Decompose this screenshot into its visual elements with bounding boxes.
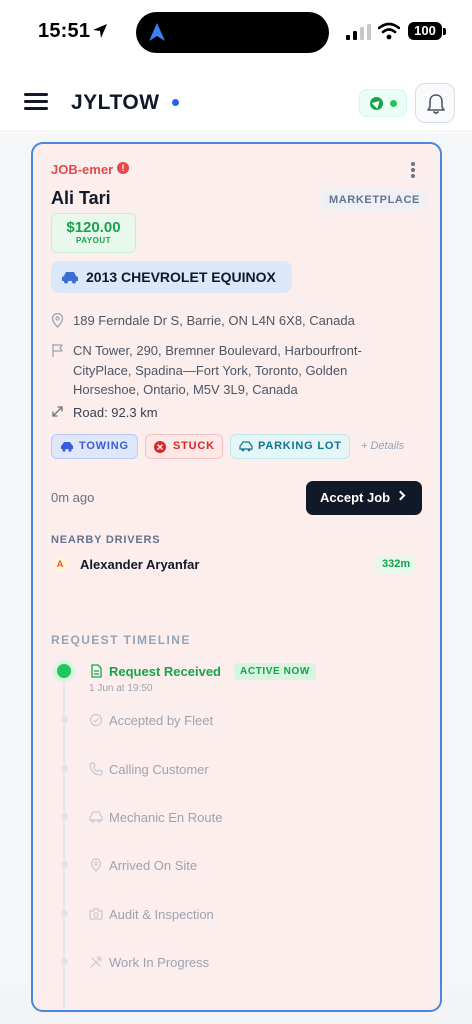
online-status-toggle[interactable] (359, 89, 407, 117)
check-circle-icon (89, 713, 103, 727)
app-header: JYLTOW (0, 74, 472, 132)
wifi-icon (378, 22, 400, 40)
tag-stuck: STUCK (145, 434, 223, 459)
payout-box: $120.00 PAYOUT (51, 213, 136, 253)
customer-name: Ali Tari (51, 188, 111, 208)
tag-parking-lot: PARKING LOT (230, 434, 350, 459)
tow-truck-icon (61, 442, 73, 452)
chevron-right-icon (395, 490, 406, 501)
active-now-badge: ACTIVE NOW (234, 663, 316, 680)
timeline-dot (61, 958, 68, 965)
timeline-step-label: Audit & Inspection (109, 907, 214, 922)
tag-towing: TOWING (51, 434, 138, 459)
battery-cap (443, 28, 446, 35)
pin-icon (90, 858, 102, 872)
accept-job-button[interactable]: Accept Job (306, 481, 422, 515)
vehicle-pill: 2013 CHEVROLET EQUINOX (51, 261, 292, 293)
menu-icon[interactable] (24, 93, 48, 113)
x-circle-icon (154, 441, 166, 453)
driver-distance: 332m (376, 555, 417, 573)
expand-arrows-icon (52, 406, 63, 417)
timeline-step-label: Accepted by Fleet (109, 713, 214, 728)
clock: 15:51 (38, 20, 91, 42)
online-dot (390, 100, 397, 107)
timeline-step-label: Calling Customer (109, 762, 209, 777)
timeline-dot-active (57, 664, 71, 678)
notifications-button[interactable] (415, 83, 455, 123)
flag-icon (52, 344, 63, 357)
alert-icon: ! (117, 162, 129, 174)
job-id: JOB-emer (51, 162, 114, 177)
marketplace-badge: MARKETPLACE (322, 190, 427, 210)
car-icon (89, 811, 103, 823)
bell-icon (427, 94, 445, 114)
payout-amount: $120.00 (66, 219, 121, 236)
driver-name[interactable]: Alexander Aryanfar (80, 557, 199, 572)
tools-icon (90, 956, 102, 968)
more-options-icon[interactable] (409, 162, 417, 180)
document-icon (91, 664, 102, 678)
navigation-icon (149, 23, 165, 41)
car-outline-icon (239, 441, 253, 452)
camera-icon (89, 908, 103, 920)
navigation-icon (370, 97, 383, 110)
timeline-step-label: Request Received (109, 664, 221, 679)
phone-icon (89, 762, 103, 776)
payout-label: PAYOUT (75, 236, 111, 245)
cellular-signal-icon (346, 24, 371, 40)
driver-avatar: A (51, 555, 69, 573)
pin-icon (51, 313, 64, 328)
nearby-drivers-heading: NEARBY DRIVERS (51, 534, 161, 546)
timeline-dot (61, 813, 68, 820)
timeline-dot (61, 861, 68, 868)
timeline-step-label: Work In Progress (109, 955, 210, 970)
status-bar: 15:51 100 (0, 0, 472, 64)
timeline-dot (61, 765, 68, 772)
job-card[interactable]: JOB-emer ! Ali Tari MARKETPLACE $120.00 … (31, 142, 442, 1012)
timeline-step-label: Mechanic En Route (109, 810, 223, 825)
brand-dot (172, 99, 179, 106)
details-link[interactable]: + Details (361, 440, 404, 452)
location-arrow-icon (93, 24, 107, 38)
timeline-dot (61, 910, 68, 917)
vehicle-name: 2013 CHEVROLET EQUINOX (86, 269, 276, 285)
timeline-dot (61, 716, 68, 723)
battery-indicator: 100 (408, 22, 442, 40)
car-icon (62, 272, 78, 284)
brand-logo: JYLTOW (71, 91, 160, 114)
timeline-step-label: Arrived On Site (109, 858, 198, 873)
timeline-step-time: 1 Jun at 19:50 (89, 683, 153, 694)
posted-time: 0m ago (51, 490, 95, 505)
timeline-heading: REQUEST TIMELINE (51, 633, 191, 647)
